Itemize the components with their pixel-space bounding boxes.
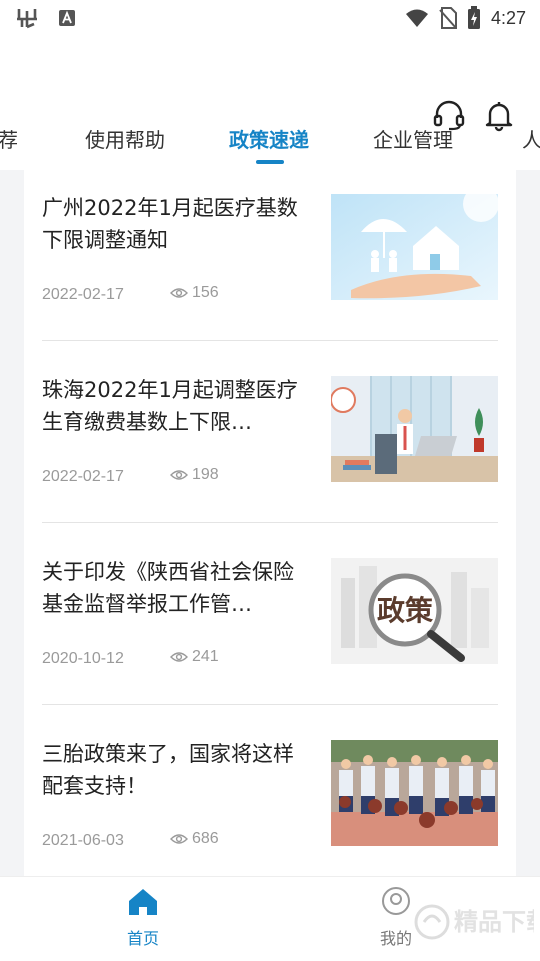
article-views: 156: [170, 284, 219, 302]
article-date: 2022-02-17: [42, 286, 124, 303]
article-card[interactable]: 三胎政策来了，国家将这样配套支持！ 2021-06-03 686: [42, 716, 498, 876]
tab-help[interactable]: 使用帮助: [85, 124, 165, 153]
tab-more[interactable]: 人: [522, 124, 540, 153]
article-card[interactable]: 广州2022年1月起医疗基数下限调整通知 2022-02-17 156: [42, 170, 498, 352]
article-views: 686: [170, 830, 219, 848]
article-list: 广州2022年1月起医疗基数下限调整通知 2022-02-17 156 珠海20…: [24, 170, 516, 876]
nav-home-label: 首页: [126, 929, 159, 948]
tab-enterprise[interactable]: 企业管理: [373, 124, 453, 153]
article-date: 2022-02-17: [42, 468, 124, 485]
policy-magnifier-image: 政策: [331, 558, 498, 664]
svg-text:精品下载: 精品下载: [454, 908, 534, 936]
insurance-house-umbrella-image: [331, 194, 498, 300]
no-sim-icon: [439, 7, 457, 29]
home-icon: [129, 889, 157, 915]
article-view-count: 198: [192, 466, 219, 483]
svg-text:政策: 政策: [377, 594, 433, 627]
article-date: 2021-06-03: [42, 832, 124, 849]
app-header: 荐 使用帮助 政策速递 企业管理 人: [0, 36, 540, 170]
article-view-count: 241: [192, 648, 219, 665]
office-worker-illustration-image: [331, 376, 498, 482]
status-time: 4:27: [490, 7, 526, 28]
tab-recommend[interactable]: 荐: [0, 124, 18, 153]
article-card[interactable]: 珠海2022年1月起调整医疗生育缴费基数上下限… 2022-02-17 198: [42, 352, 498, 534]
article-date: 2020-10-12: [42, 650, 124, 667]
article-view-count: 686: [192, 830, 219, 847]
status-bar-system: 4:27: [405, 6, 526, 30]
article-views: 198: [170, 466, 219, 484]
eye-icon: [170, 470, 188, 480]
divider: [42, 704, 498, 705]
a-icon: [59, 10, 75, 26]
status-bar: 4:27: [0, 0, 540, 36]
article-title: 关于印发《陕西省社会保险基金监督举报工作管…: [42, 560, 294, 616]
eye-icon: [170, 288, 188, 298]
tab-policy[interactable]: 政策速递: [229, 124, 309, 153]
article-view-count: 156: [192, 284, 219, 301]
article-title: 珠海2022年1月起调整医疗生育缴费基数上下限…: [42, 378, 298, 434]
article-title: 三胎政策来了，国家将这样配套支持！: [42, 742, 294, 798]
divider: [42, 340, 498, 341]
divider: [42, 522, 498, 523]
eye-icon: [170, 834, 188, 844]
active-tab-indicator: [256, 160, 284, 164]
status-bar-app-icons: [14, 6, 76, 30]
user-icon: [382, 887, 410, 915]
article-views: 241: [170, 648, 219, 666]
wifi-icon: [405, 9, 428, 27]
article-title: 广州2022年1月起医疗基数下限调整通知: [42, 196, 298, 252]
eye-icon: [170, 652, 188, 662]
watermark-logo: 精品下载: [414, 904, 534, 940]
children-basketball-image: [331, 740, 498, 846]
nav-home[interactable]: 首页: [103, 887, 183, 949]
bug-icon: [17, 9, 37, 29]
battery-charging-icon: [467, 6, 480, 29]
article-card[interactable]: 关于印发《陕西省社会保险基金监督举报工作管… 2020-10-12 241 政策: [42, 534, 498, 716]
category-tabs: 荐 使用帮助 政策速递 企业管理 人: [0, 110, 540, 170]
